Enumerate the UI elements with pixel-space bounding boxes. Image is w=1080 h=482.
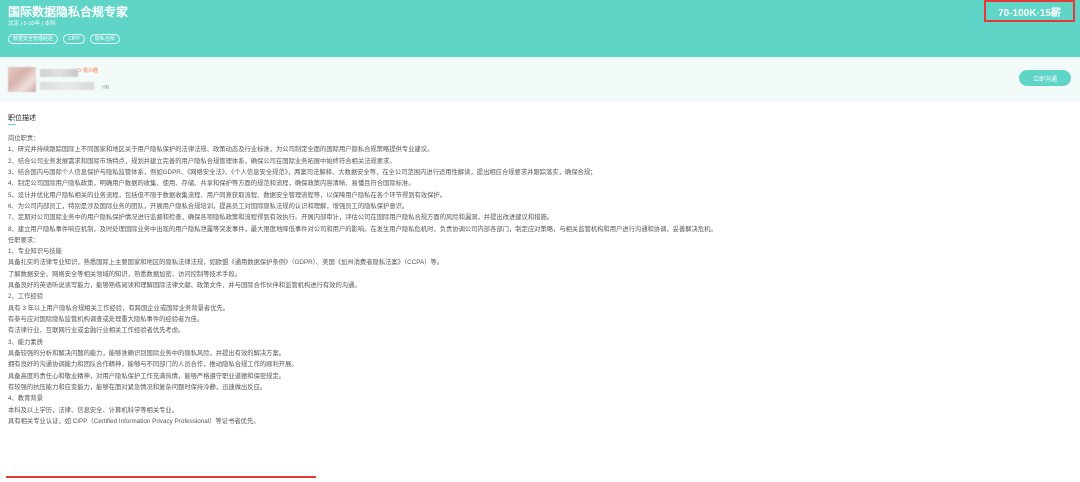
active-status-icon: ↄ — [78, 67, 81, 74]
description-line: 1、专业知识与技能 — [8, 248, 62, 256]
recruiter-name-blurred — [40, 69, 78, 77]
job-tags: 数据安全管理经验 CIPP 隐私合规 — [8, 34, 120, 44]
section-title: 职位描述 — [8, 115, 36, 122]
description-line: 具有 3 年以上用户隐私合规相关工作经验，有跨国企业或国际业务背景者优先。 — [8, 304, 230, 312]
description-line: 4、教育背景 — [8, 395, 43, 403]
description-line: 6、为公司内部员工，特别是涉及国际业务的团队，开展用户隐私合规培训，提高员工对国… — [8, 202, 409, 210]
description-line: 具备良好的英语听说读写能力，能够熟练阅读和理解国际法律文献、政策文件，并与国际合… — [8, 282, 361, 290]
description-line: 有法律行业、互联网行业或金融行业相关工作经验者优先考虑。 — [8, 327, 185, 335]
description-line: 5、设计并优化用户隐私相关的业务流程，包括但不限于数据收集流程、用户同意获取流程… — [8, 191, 446, 199]
job-tag: 隐私合规 — [89, 34, 120, 44]
description-line: 具备扎实的法律专业知识，熟悉国际上主要国家和地区的隐私法律法规，如欧盟《通用数据… — [8, 259, 444, 267]
job-tag: CIPP — [63, 34, 85, 44]
description-line: 岗位职责： — [8, 135, 40, 142]
description-line: 1、研究并持续跟踪国际上不同国家和地区关于用户隐私保护的法律法规、政策动态及行业… — [8, 146, 434, 154]
description-line: 具有相关专业认证，如 CIPP（Certified Information Pr… — [8, 417, 260, 425]
job-meta: 北京 | 5-10年 | 本科 — [8, 21, 56, 27]
description-line: 8、建立用户隐私事件响应机制，及时处理国际业务中出现的用户隐私泄露等突发事件，最… — [8, 225, 717, 233]
description-line: 了解数据安全、网络安全等相关领域的知识，熟悉数据加密、访问控制等技术手段。 — [8, 270, 241, 278]
highlight-underline — [6, 476, 316, 478]
salary-highlight-box: 70-100K·15薪 — [984, 0, 1075, 22]
recruiter-company-blurred — [40, 82, 94, 90]
description-line: 4、制定公司国际用户隐私政策，明确用户数据的收集、使用、存储、共享和保护等方面的… — [8, 180, 415, 188]
recruiter-bar: ↄ 极兴趣 HR 立即沟通 — [0, 57, 1080, 102]
chat-now-button[interactable]: 立即沟通 — [1019, 70, 1071, 86]
description-line: 3、结合国内与国际个人信息保护与隐私监管体系，例如GDPR、《网络安全法》、《个… — [8, 168, 597, 176]
description-line: 有参与应对国际隐私监管机构调查或处理重大隐私事件的经验者为佳。 — [8, 316, 204, 323]
description-line: 任职要求： — [8, 236, 40, 244]
description-line: 3、能力素质 — [8, 338, 43, 346]
job-tag: 数据安全管理经验 — [8, 34, 59, 44]
description-line: 具备高度的责任心和敬业精神，对用户隐私保护工作充满热情，能够严格遵守职业道德和保… — [8, 372, 286, 380]
description-line: 2、结合公司业务发展需求和国际市场特点，规划并建立完善的用户隐私合规管理体系，确… — [8, 157, 396, 165]
section-title-underline — [8, 124, 16, 125]
description-line: 有较强的抗压能力和应变能力，能够在面对紧急情况和复杂问题时保持冷静，迅速做出反应… — [8, 383, 267, 391]
recruiter-role: HR — [102, 85, 110, 91]
job-header: 国际数据隐私合规专家 北京 | 5-10年 | 本科 数据安全管理经验 CIPP… — [0, 0, 1080, 57]
description-line: 拥有良好的沟通协调能力和团队合作精神，能够与不同部门的人员合作，推动隐私合规工作… — [8, 361, 298, 369]
job-title: 国际数据隐私合规专家 — [8, 5, 129, 19]
recruiter-status: ↄ 极兴趣 — [78, 67, 99, 75]
avatar[interactable] — [8, 67, 36, 92]
description-line: 7、定期对公司国际业务中的用户隐私保护情况进行监督和检查，确保各项隐私政策和流程… — [8, 214, 554, 222]
description-line: 具备较强的分析和解决问题的能力，能够准确识别国际业务中的隐私风险，并提出有效的解… — [8, 349, 286, 357]
job-description: 岗位职责： 1、研究并持续跟踪国际上不同国家和地区关于用户隐私保护的法律法规、政… — [8, 133, 1073, 427]
recruiter-status-text: 极兴趣 — [83, 68, 99, 74]
description-line: 2、工作经验 — [8, 293, 43, 301]
salary-label: 70-100K·15薪 — [998, 7, 1061, 19]
description-line: 本科及以上学历，法律、信息安全、计算机科学等相关专业。 — [8, 406, 179, 414]
